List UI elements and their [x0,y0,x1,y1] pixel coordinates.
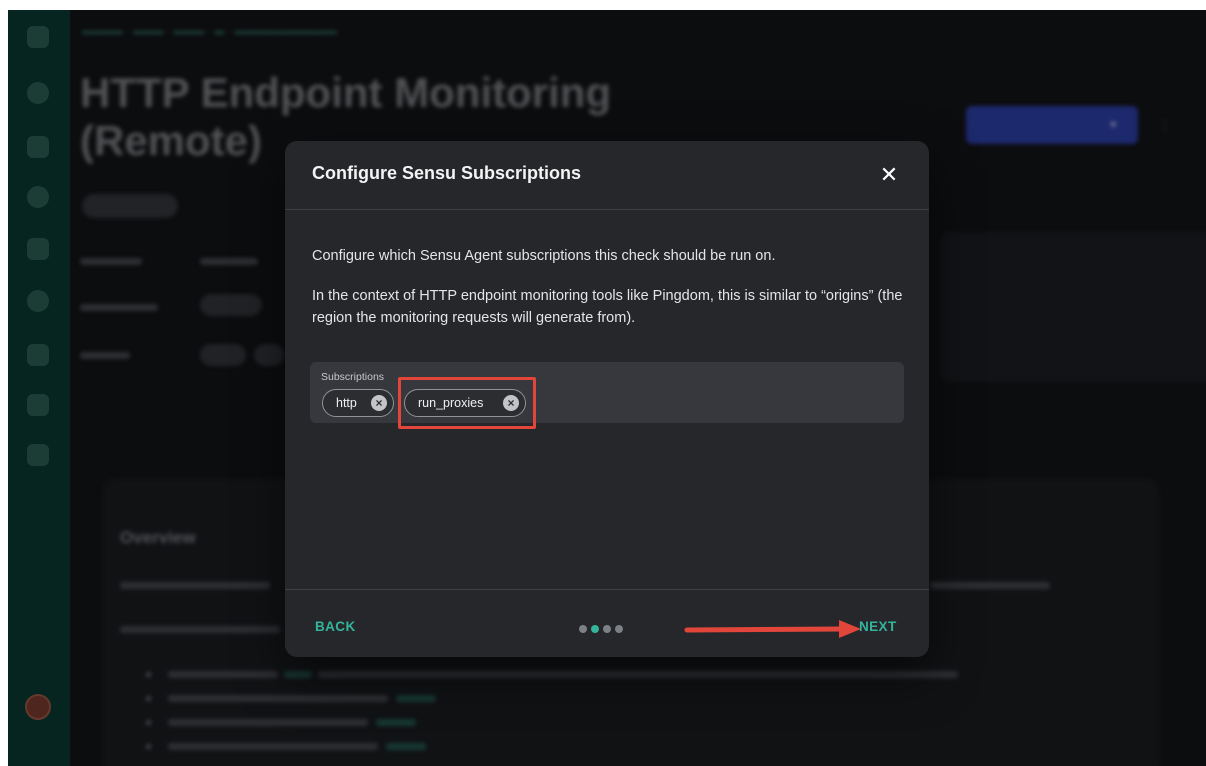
dialog-context-text: In the context of HTTP endpoint monitori… [312,288,903,326]
step-dot [615,625,623,633]
step-dot [603,625,611,633]
annotation-highlight-box [398,377,536,429]
chip-label: http [336,396,357,410]
dialog-description: Configure which Sensu Agent subscription… [312,248,776,264]
dialog-title: Configure Sensu Subscriptions [312,163,582,183]
back-button[interactable]: BACK [315,619,356,634]
configure-subscriptions-dialog: Configure Sensu Subscriptions ✕ Configur… [285,141,929,657]
close-icon[interactable]: ✕ [875,161,903,189]
step-dot [591,625,599,633]
next-button[interactable]: NEXT [859,619,897,634]
subscription-chip-http[interactable]: http × [322,389,394,417]
step-dot [579,625,587,633]
dialog-header: Configure Sensu Subscriptions ✕ [285,141,929,210]
chip-remove-icon[interactable]: × [371,395,387,411]
annotation-arrow [684,620,861,638]
footer-divider [285,589,929,590]
subscriptions-label: Subscriptions [321,371,385,383]
app-window: ▬▬▬▬ · ▬▬▬ · ▬▬▬ · ▬ · ▬▬▬▬▬▬▬▬▬▬ HTTP E… [8,10,1206,766]
